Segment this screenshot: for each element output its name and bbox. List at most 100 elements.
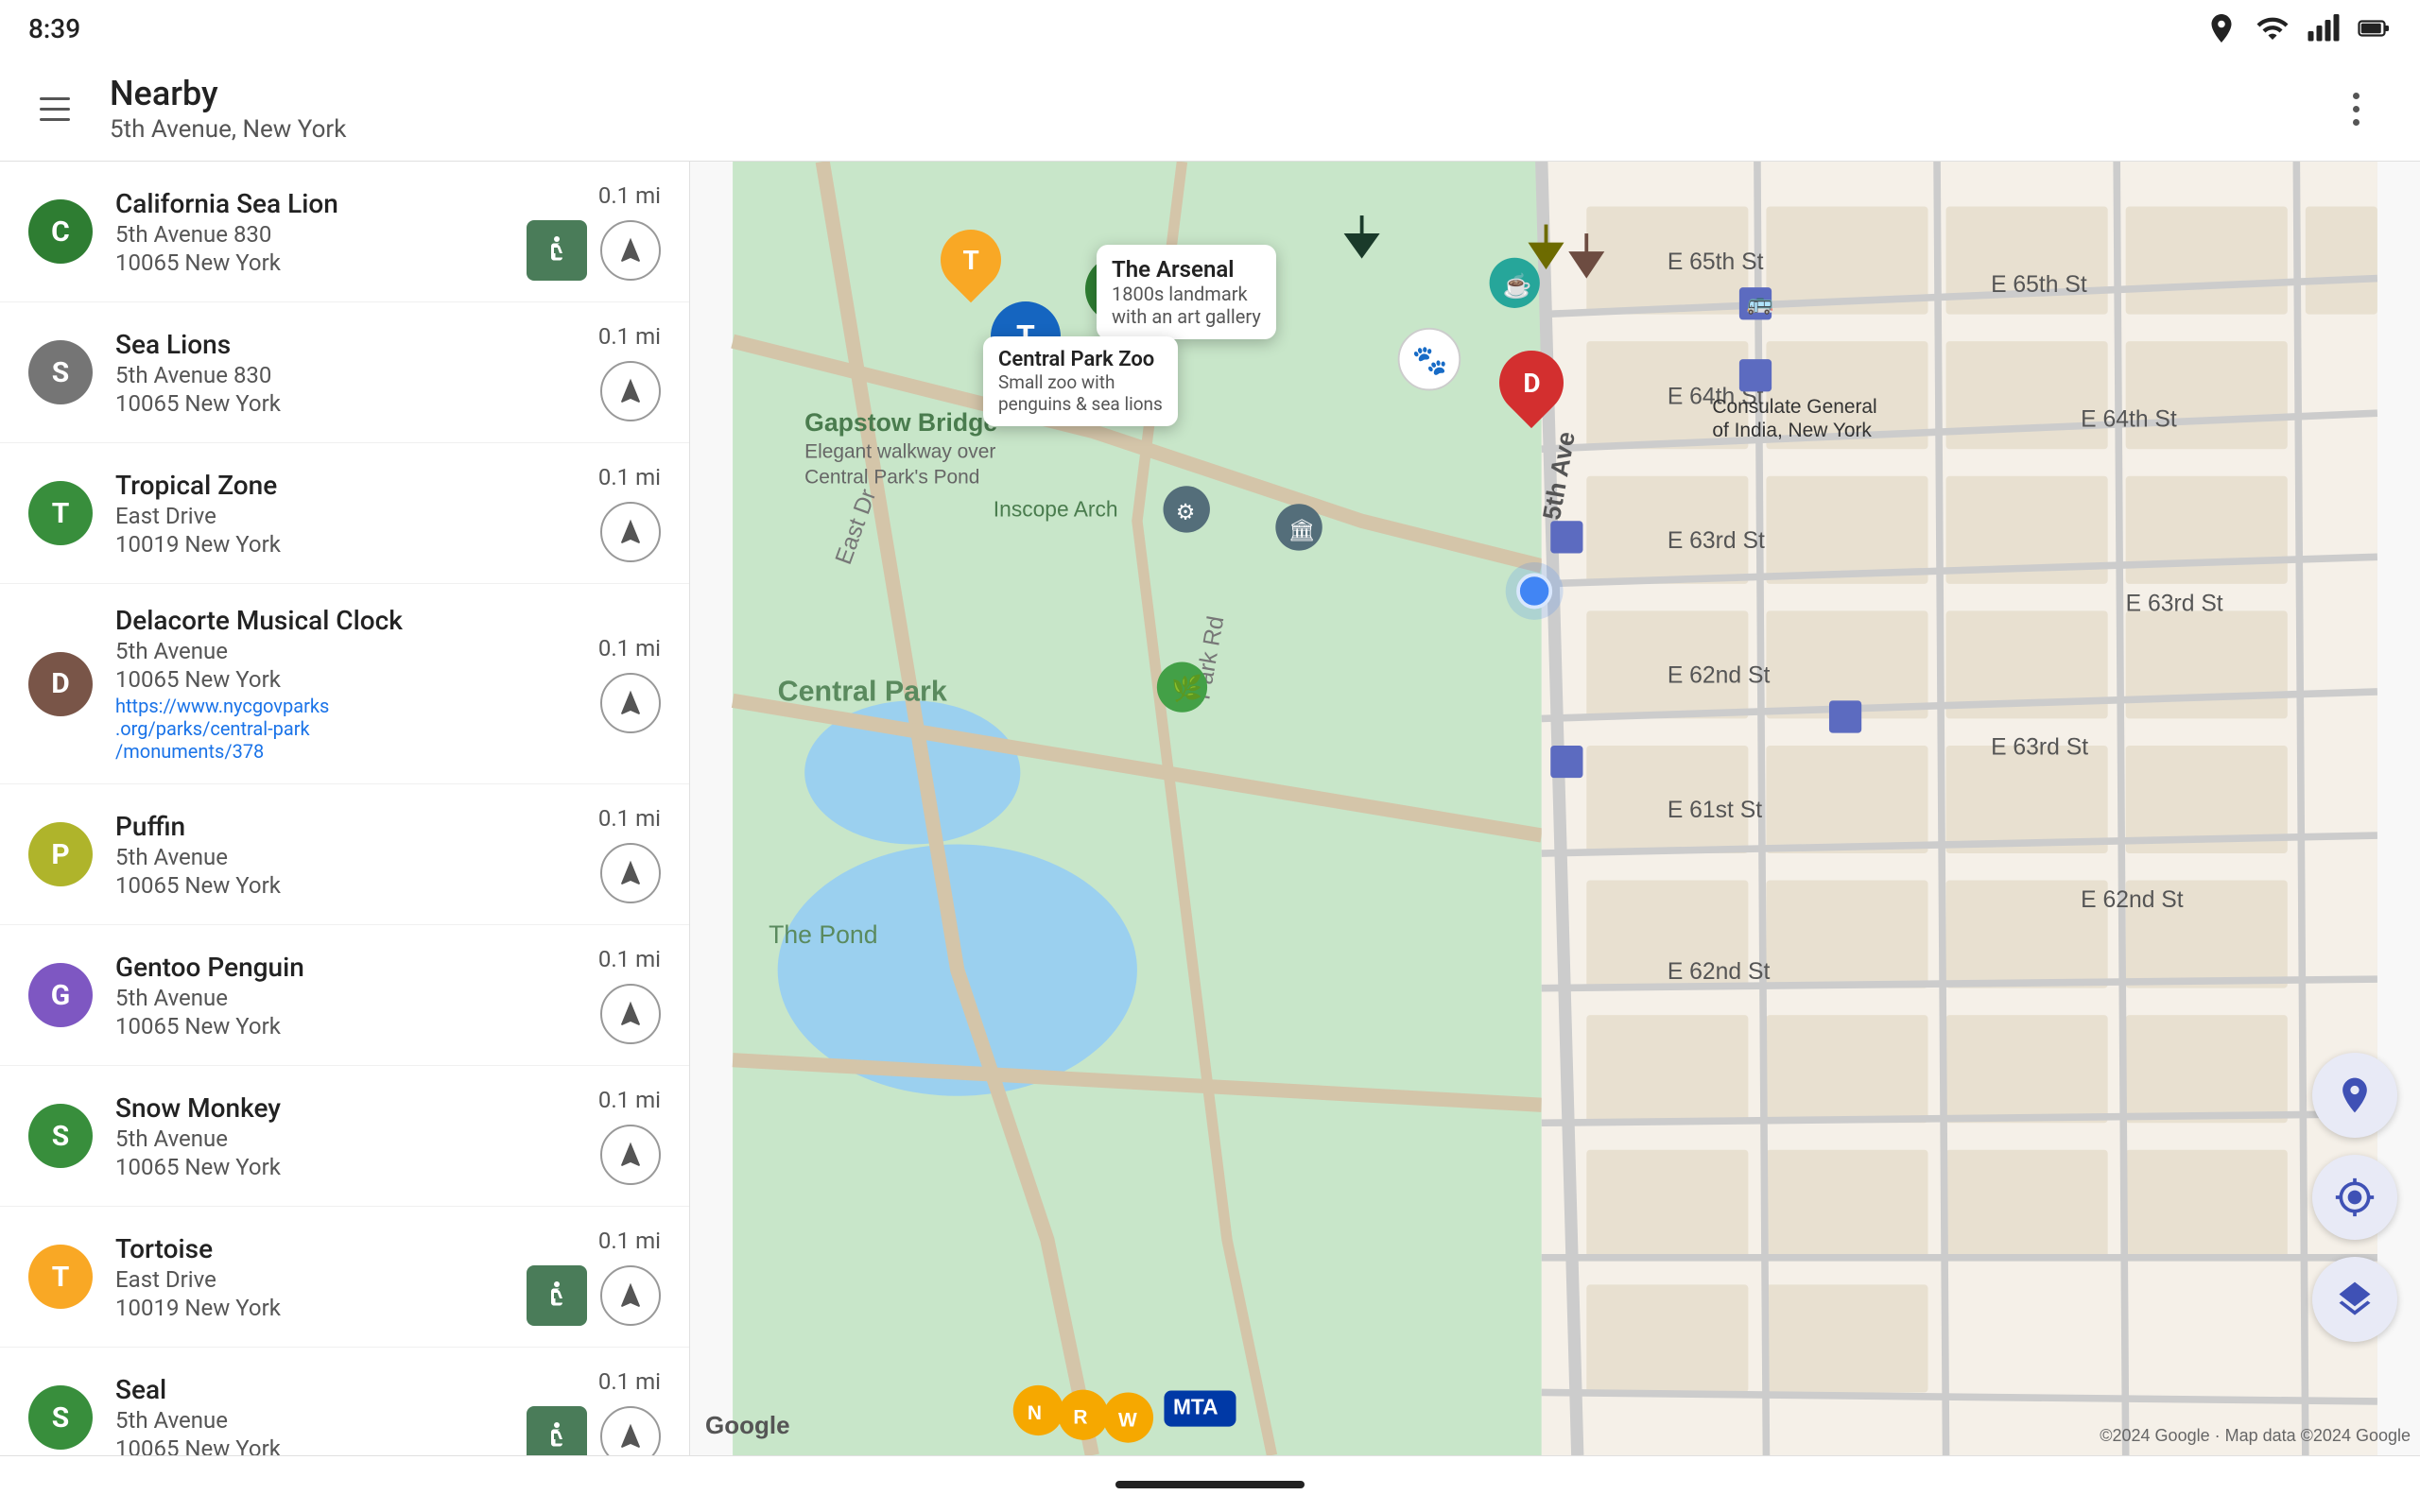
action-buttons bbox=[600, 1125, 661, 1185]
hamburger-line bbox=[40, 97, 70, 100]
item-name: Tortoise bbox=[115, 1233, 511, 1264]
item-city: 10065 New York bbox=[115, 249, 511, 276]
map-panel[interactable]: East Dr Park Rd bbox=[690, 162, 2420, 1455]
item-actions: 0.1 mi bbox=[527, 1228, 661, 1326]
map-pin-yellow-t[interactable]: T bbox=[941, 230, 1001, 290]
item-actions: 0.1 mi bbox=[527, 182, 661, 281]
hamburger-line bbox=[40, 108, 70, 111]
item-city: 10019 New York bbox=[115, 531, 583, 558]
svg-text:E 64th St: E 64th St bbox=[2081, 406, 2177, 432]
navigate-button[interactable] bbox=[600, 502, 661, 562]
navigation-icon bbox=[615, 858, 646, 888]
navigate-button[interactable] bbox=[600, 220, 661, 281]
item-address: 5th Avenue bbox=[115, 638, 583, 664]
navigation-icon bbox=[615, 688, 646, 718]
pin-icon bbox=[2334, 1074, 2376, 1116]
hamburger-line bbox=[40, 118, 70, 121]
arsenal-popup[interactable]: The Arsenal 1800s landmarkwith an art ga… bbox=[1097, 245, 1276, 339]
svg-text:Gapstow Bridge: Gapstow Bridge bbox=[804, 408, 997, 437]
navigate-button[interactable] bbox=[600, 1125, 661, 1185]
navigate-button[interactable] bbox=[600, 1406, 661, 1455]
more-button[interactable] bbox=[2329, 82, 2382, 135]
item-info: Sea Lions 5th Avenue 830 10065 New York bbox=[115, 329, 583, 417]
svg-text:Consulate General: Consulate General bbox=[1712, 396, 1876, 418]
svg-text:☕: ☕ bbox=[1503, 271, 1532, 301]
navigation-icon bbox=[615, 235, 646, 266]
layers-button[interactable] bbox=[2312, 1257, 2397, 1342]
navigate-button[interactable] bbox=[600, 843, 661, 903]
list-item[interactable]: S Seal 5th Avenue 10065 New York 0.1 mi bbox=[0, 1348, 689, 1455]
status-time: 8:39 bbox=[28, 13, 80, 44]
wheelchair-icon bbox=[540, 1279, 574, 1313]
home-indicator[interactable] bbox=[1115, 1481, 1305, 1488]
avatar: D bbox=[28, 652, 93, 716]
more-dot bbox=[2353, 106, 2360, 112]
navigation-icon bbox=[615, 1421, 646, 1452]
list-item[interactable]: P Puffin 5th Avenue 10065 New York 0.1 m… bbox=[0, 784, 689, 925]
item-city: 10065 New York bbox=[115, 390, 583, 417]
accessibility-button[interactable] bbox=[527, 1265, 587, 1326]
item-name: Tropical Zone bbox=[115, 470, 583, 501]
item-distance: 0.1 mi bbox=[598, 323, 661, 350]
zoo-popup[interactable]: Central Park Zoo Small zoo withpenguins … bbox=[983, 336, 1178, 426]
svg-text:E 63rd St: E 63rd St bbox=[2126, 591, 2223, 616]
item-address: 5th Avenue bbox=[115, 985, 583, 1011]
layers-icon bbox=[2334, 1279, 2376, 1320]
item-distance: 0.1 mi bbox=[598, 635, 661, 662]
map-controls bbox=[2312, 1053, 2397, 1342]
list-panel[interactable]: C California Sea Lion 5th Avenue 830 100… bbox=[0, 162, 690, 1455]
accessibility-button[interactable] bbox=[527, 1406, 587, 1455]
svg-text:Central Park's Pond: Central Park's Pond bbox=[804, 466, 979, 488]
item-address: East Drive bbox=[115, 503, 583, 529]
list-item[interactable]: G Gentoo Penguin 5th Avenue 10065 New Yo… bbox=[0, 925, 689, 1066]
item-distance: 0.1 mi bbox=[598, 1087, 661, 1113]
svg-text:E 65th St: E 65th St bbox=[1991, 272, 2087, 298]
svg-text:🐾: 🐾 bbox=[1412, 345, 1448, 378]
navigation-icon bbox=[615, 517, 646, 547]
list-item[interactable]: C California Sea Lion 5th Avenue 830 100… bbox=[0, 162, 689, 302]
action-buttons bbox=[600, 843, 661, 903]
page-subtitle: 5th Avenue, New York bbox=[110, 115, 2329, 144]
action-buttons bbox=[600, 361, 661, 421]
navigate-button[interactable] bbox=[600, 1265, 661, 1326]
battery-icon bbox=[2358, 11, 2392, 45]
svg-text:E 61st St: E 61st St bbox=[1668, 798, 1762, 823]
svg-text:⚙: ⚙ bbox=[1176, 499, 1195, 524]
item-address: 5th Avenue bbox=[115, 1125, 583, 1152]
svg-text:E 62nd St: E 62nd St bbox=[2081, 887, 2184, 913]
svg-text:🌿: 🌿 bbox=[1171, 674, 1202, 703]
svg-text:🚌: 🚌 bbox=[1746, 290, 1772, 315]
navigate-button[interactable] bbox=[600, 984, 661, 1044]
my-location-icon bbox=[2334, 1177, 2376, 1218]
navigation-icon bbox=[615, 376, 646, 406]
map-pin-red-d[interactable]: D bbox=[1499, 351, 1564, 415]
list-item[interactable]: S Snow Monkey 5th Avenue 10065 New York … bbox=[0, 1066, 689, 1207]
avatar: S bbox=[28, 1385, 93, 1450]
item-distance: 0.1 mi bbox=[598, 182, 661, 209]
navigate-button[interactable] bbox=[600, 361, 661, 421]
list-item[interactable]: T Tortoise East Drive 10019 New York 0.1… bbox=[0, 1207, 689, 1348]
item-name: Sea Lions bbox=[115, 329, 583, 360]
item-actions: 0.1 mi bbox=[598, 1087, 661, 1185]
item-info: Puffin 5th Avenue 10065 New York bbox=[115, 811, 583, 899]
accessibility-button[interactable] bbox=[527, 220, 587, 281]
list-item[interactable]: T Tropical Zone East Drive 10019 New Yor… bbox=[0, 443, 689, 584]
popup-title: The Arsenal bbox=[1112, 256, 1261, 283]
action-buttons bbox=[527, 1406, 661, 1455]
my-location-button[interactable] bbox=[2312, 1155, 2397, 1240]
svg-text:E 65th St: E 65th St bbox=[1668, 249, 1764, 275]
item-name: Gentoo Penguin bbox=[115, 952, 583, 983]
saved-location-button[interactable] bbox=[2312, 1053, 2397, 1138]
item-actions: 0.1 mi bbox=[598, 323, 661, 421]
hamburger-button[interactable] bbox=[28, 82, 81, 135]
navigate-button[interactable] bbox=[600, 673, 661, 733]
list-item[interactable]: S Sea Lions 5th Avenue 830 10065 New Yor… bbox=[0, 302, 689, 443]
item-info: Delacorte Musical Clock 5th Avenue 10065… bbox=[115, 605, 583, 763]
action-buttons bbox=[600, 502, 661, 562]
item-info: Snow Monkey 5th Avenue 10065 New York bbox=[115, 1092, 583, 1180]
item-city: 10065 New York bbox=[115, 1013, 583, 1040]
item-name: Seal bbox=[115, 1374, 511, 1405]
item-info: Tropical Zone East Drive 10019 New York bbox=[115, 470, 583, 558]
avatar: S bbox=[28, 340, 93, 404]
list-item[interactable]: D Delacorte Musical Clock 5th Avenue 100… bbox=[0, 584, 689, 784]
